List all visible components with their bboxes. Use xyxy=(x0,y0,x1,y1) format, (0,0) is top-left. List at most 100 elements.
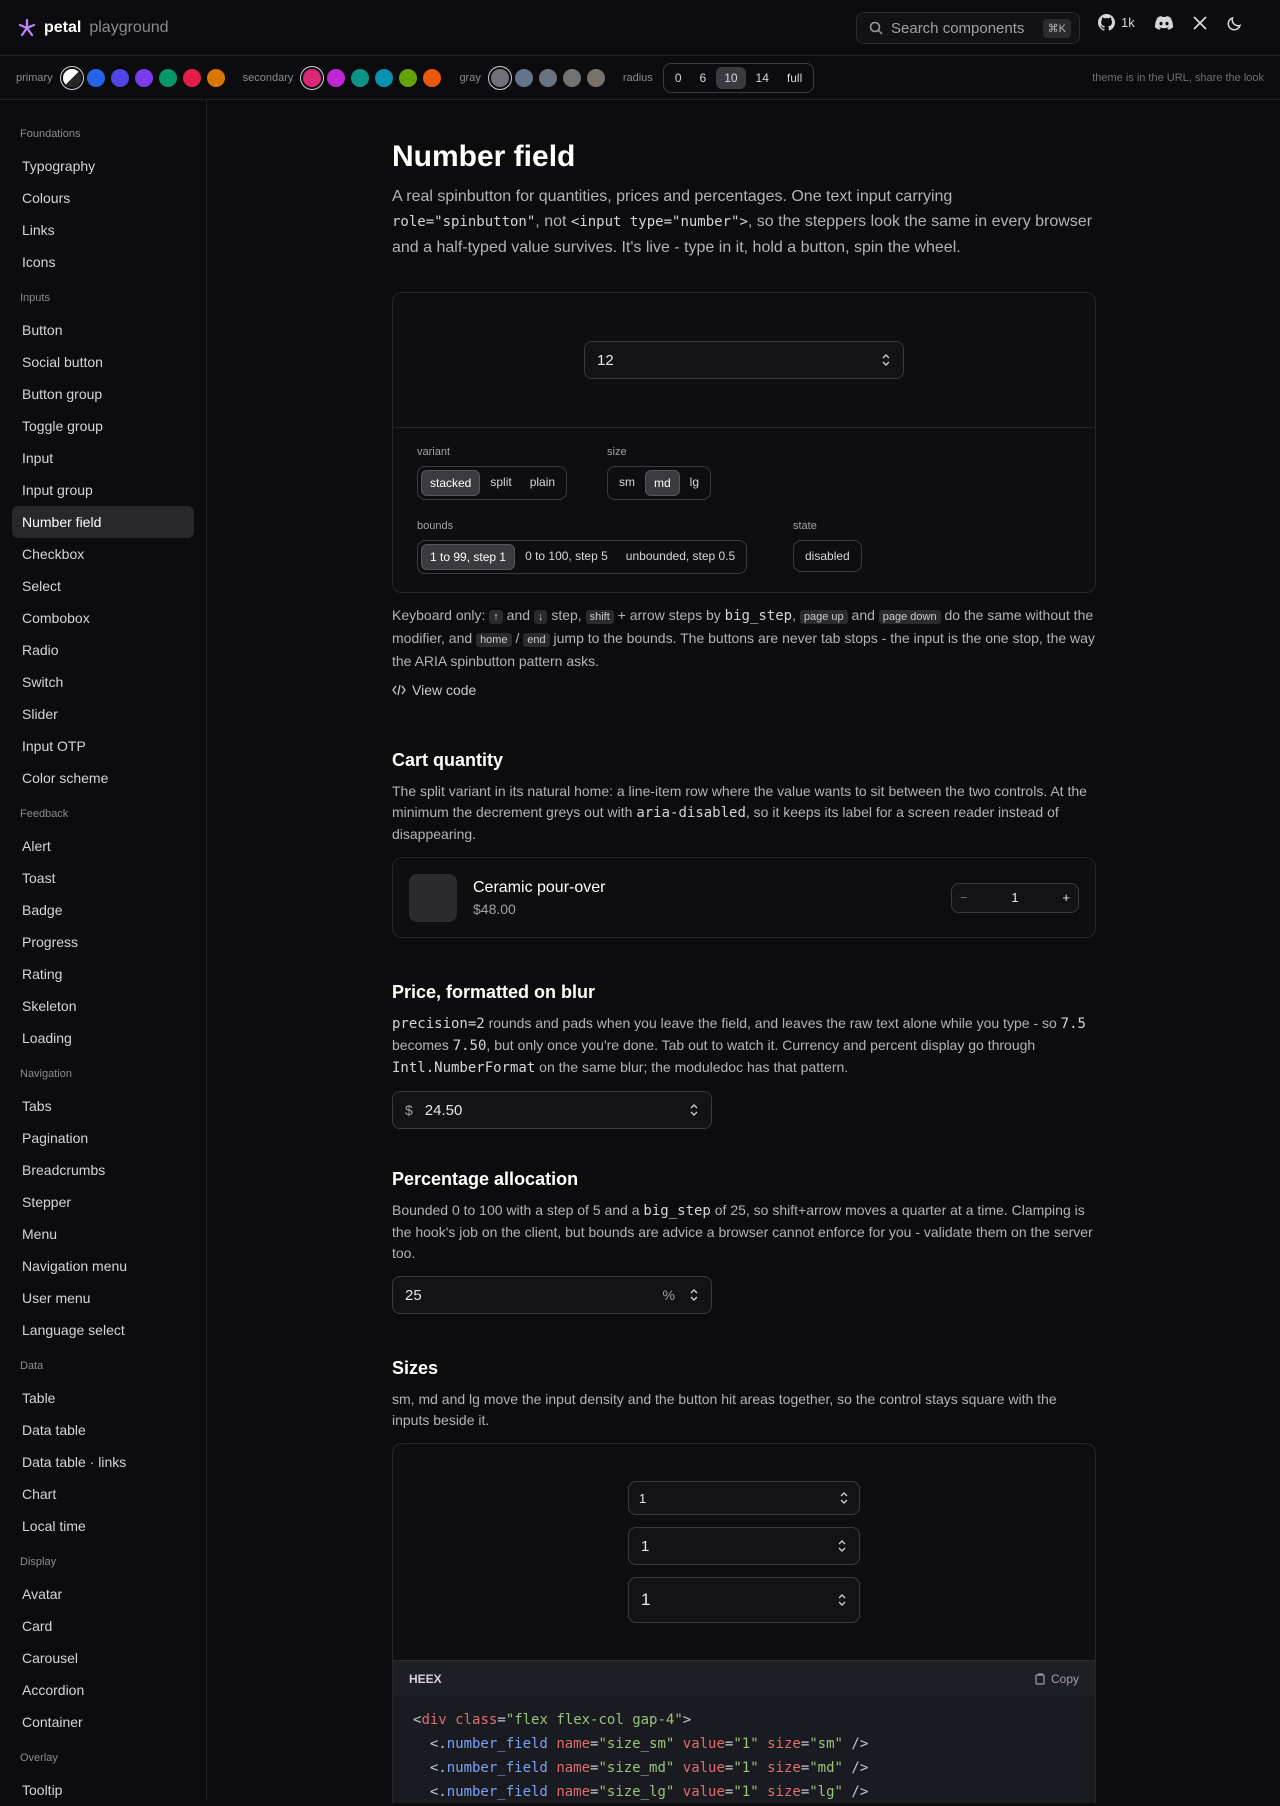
sidebar-item-toggle-group[interactable]: Toggle group xyxy=(12,410,194,442)
radius-option[interactable]: 10 xyxy=(716,66,746,89)
gray-swatch[interactable] xyxy=(514,68,533,87)
sidebar-item-card[interactable]: Card xyxy=(12,1610,194,1642)
sidebar-item-menu[interactable]: Menu xyxy=(12,1218,194,1250)
view-code-link[interactable]: View code xyxy=(392,682,1096,698)
sidebar-item-links[interactable]: Links xyxy=(12,214,194,246)
sidebar-item-user-menu[interactable]: User menu xyxy=(12,1282,194,1314)
sidebar-item-local-time[interactable]: Local time xyxy=(12,1510,194,1542)
chevron-up-icon[interactable] xyxy=(839,1490,849,1498)
chevron-up-icon[interactable] xyxy=(881,352,891,360)
sidebar-item-navigation-menu[interactable]: Navigation menu xyxy=(12,1250,194,1282)
secondary-swatch[interactable] xyxy=(423,68,442,87)
sidebar-item-input-group[interactable]: Input group xyxy=(12,474,194,506)
sidebar-item-combobox[interactable]: Combobox xyxy=(12,602,194,634)
sidebar-item-number-field[interactable]: Number field xyxy=(12,506,194,538)
radius-option[interactable]: full xyxy=(779,67,810,89)
sidebar-item-typography[interactable]: Typography xyxy=(12,150,194,182)
chevron-up-icon[interactable] xyxy=(837,1592,847,1600)
primary-swatch[interactable] xyxy=(134,68,153,87)
sidebar-item-data-table-links[interactable]: Data table · links xyxy=(12,1446,194,1478)
sidebar-item-breadcrumbs[interactable]: Breadcrumbs xyxy=(12,1154,194,1186)
chevron-down-icon[interactable] xyxy=(689,1295,699,1303)
sidebar-item-button[interactable]: Button xyxy=(12,314,194,346)
secondary-swatch[interactable] xyxy=(375,68,394,87)
number-field-lg[interactable]: 1 xyxy=(628,1577,860,1623)
chevron-down-icon[interactable] xyxy=(689,1110,699,1118)
primary-swatch[interactable] xyxy=(110,68,129,87)
sidebar-item-badge[interactable]: Badge xyxy=(12,894,194,926)
secondary-swatch[interactable] xyxy=(327,68,346,87)
radius-option[interactable]: 0 xyxy=(667,67,690,89)
number-field-md[interactable]: 1 xyxy=(628,1527,860,1565)
primary-swatch[interactable] xyxy=(206,68,225,87)
bounds-option[interactable]: 1 to 99, step 1 xyxy=(421,544,516,570)
size-option[interactable]: lg xyxy=(682,470,707,496)
sidebar-item-table[interactable]: Table xyxy=(12,1382,194,1414)
gray-swatch[interactable] xyxy=(586,68,605,87)
sidebar-item-checkbox[interactable]: Checkbox xyxy=(12,538,194,570)
sidebar-item-tooltip[interactable]: Tooltip xyxy=(12,1774,194,1806)
secondary-swatch[interactable] xyxy=(303,68,322,87)
primary-swatch[interactable] xyxy=(182,68,201,87)
size-option[interactable]: sm xyxy=(611,470,643,496)
sidebar-item-toast[interactable]: Toast xyxy=(12,862,194,894)
bounds-option[interactable]: unbounded, step 0.5 xyxy=(618,544,743,570)
demo-number-field[interactable]: 12 xyxy=(584,341,904,379)
decrement-button[interactable]: − xyxy=(960,890,974,905)
gray-swatch[interactable] xyxy=(562,68,581,87)
chevron-down-icon[interactable] xyxy=(837,1546,847,1554)
brand[interactable]: petal playground xyxy=(18,18,169,37)
primary-swatch[interactable] xyxy=(158,68,177,87)
sidebar-item-pagination[interactable]: Pagination xyxy=(12,1122,194,1154)
sidebar-item-progress[interactable]: Progress xyxy=(12,926,194,958)
gray-swatch[interactable] xyxy=(538,68,557,87)
sidebar-item-select[interactable]: Select xyxy=(12,570,194,602)
sidebar-item-button-group[interactable]: Button group xyxy=(12,378,194,410)
variant-option[interactable]: plain xyxy=(522,470,563,496)
primary-default-swatch[interactable] xyxy=(62,68,81,87)
copy-button[interactable]: Copy xyxy=(1035,1672,1079,1686)
primary-swatch[interactable] xyxy=(86,68,105,87)
sidebar-item-accordion[interactable]: Accordion xyxy=(12,1674,194,1706)
discord-icon[interactable] xyxy=(1154,15,1173,30)
sidebar-item-radio[interactable]: Radio xyxy=(12,634,194,666)
price-field[interactable]: $ 24.50 xyxy=(392,1091,712,1129)
radius-option[interactable]: 14 xyxy=(748,67,777,89)
state-option[interactable]: disabled xyxy=(797,544,858,568)
sidebar-item-switch[interactable]: Switch xyxy=(12,666,194,698)
variant-option[interactable]: split xyxy=(482,470,519,496)
sidebar-item-alert[interactable]: Alert xyxy=(12,830,194,862)
variant-option[interactable]: stacked xyxy=(421,470,481,496)
secondary-swatch[interactable] xyxy=(399,68,418,87)
sidebar-item-input-otp[interactable]: Input OTP xyxy=(12,730,194,762)
sidebar-item-color-scheme[interactable]: Color scheme xyxy=(12,762,194,794)
sidebar-item-colours[interactable]: Colours xyxy=(12,182,194,214)
chevron-up-icon[interactable] xyxy=(689,1102,699,1110)
bounds-option[interactable]: 0 to 100, step 5 xyxy=(517,544,616,570)
sidebar-item-container[interactable]: Container xyxy=(12,1706,194,1738)
sidebar-item-loading[interactable]: Loading xyxy=(12,1022,194,1054)
radius-option[interactable]: 6 xyxy=(692,67,715,89)
sidebar-item-slider[interactable]: Slider xyxy=(12,698,194,730)
chevron-down-icon[interactable] xyxy=(837,1600,847,1608)
sidebar-item-input[interactable]: Input xyxy=(12,442,194,474)
percentage-field[interactable]: 25 % xyxy=(392,1276,712,1314)
secondary-swatch[interactable] xyxy=(351,68,370,87)
sidebar-item-language-select[interactable]: Language select xyxy=(12,1314,194,1346)
increment-button[interactable]: + xyxy=(1056,890,1070,905)
moon-icon[interactable] xyxy=(1227,15,1243,31)
sidebar-item-social-button[interactable]: Social button xyxy=(12,346,194,378)
cart-quantity-field[interactable]: − 1 + xyxy=(951,882,1079,913)
sidebar-item-avatar[interactable]: Avatar xyxy=(12,1578,194,1610)
sidebar-item-data-table[interactable]: Data table xyxy=(12,1414,194,1446)
chevron-down-icon[interactable] xyxy=(881,360,891,368)
github-link[interactable]: 1k xyxy=(1098,14,1135,31)
sidebar-item-carousel[interactable]: Carousel xyxy=(12,1642,194,1674)
gray-swatch[interactable] xyxy=(490,68,509,87)
sidebar-item-tabs[interactable]: Tabs xyxy=(12,1090,194,1122)
search-button[interactable]: Search components ⌘K xyxy=(856,12,1080,44)
size-option[interactable]: md xyxy=(645,470,680,496)
x-icon[interactable] xyxy=(1193,15,1207,30)
sidebar-item-stepper[interactable]: Stepper xyxy=(12,1186,194,1218)
sidebar-item-chart[interactable]: Chart xyxy=(12,1478,194,1510)
